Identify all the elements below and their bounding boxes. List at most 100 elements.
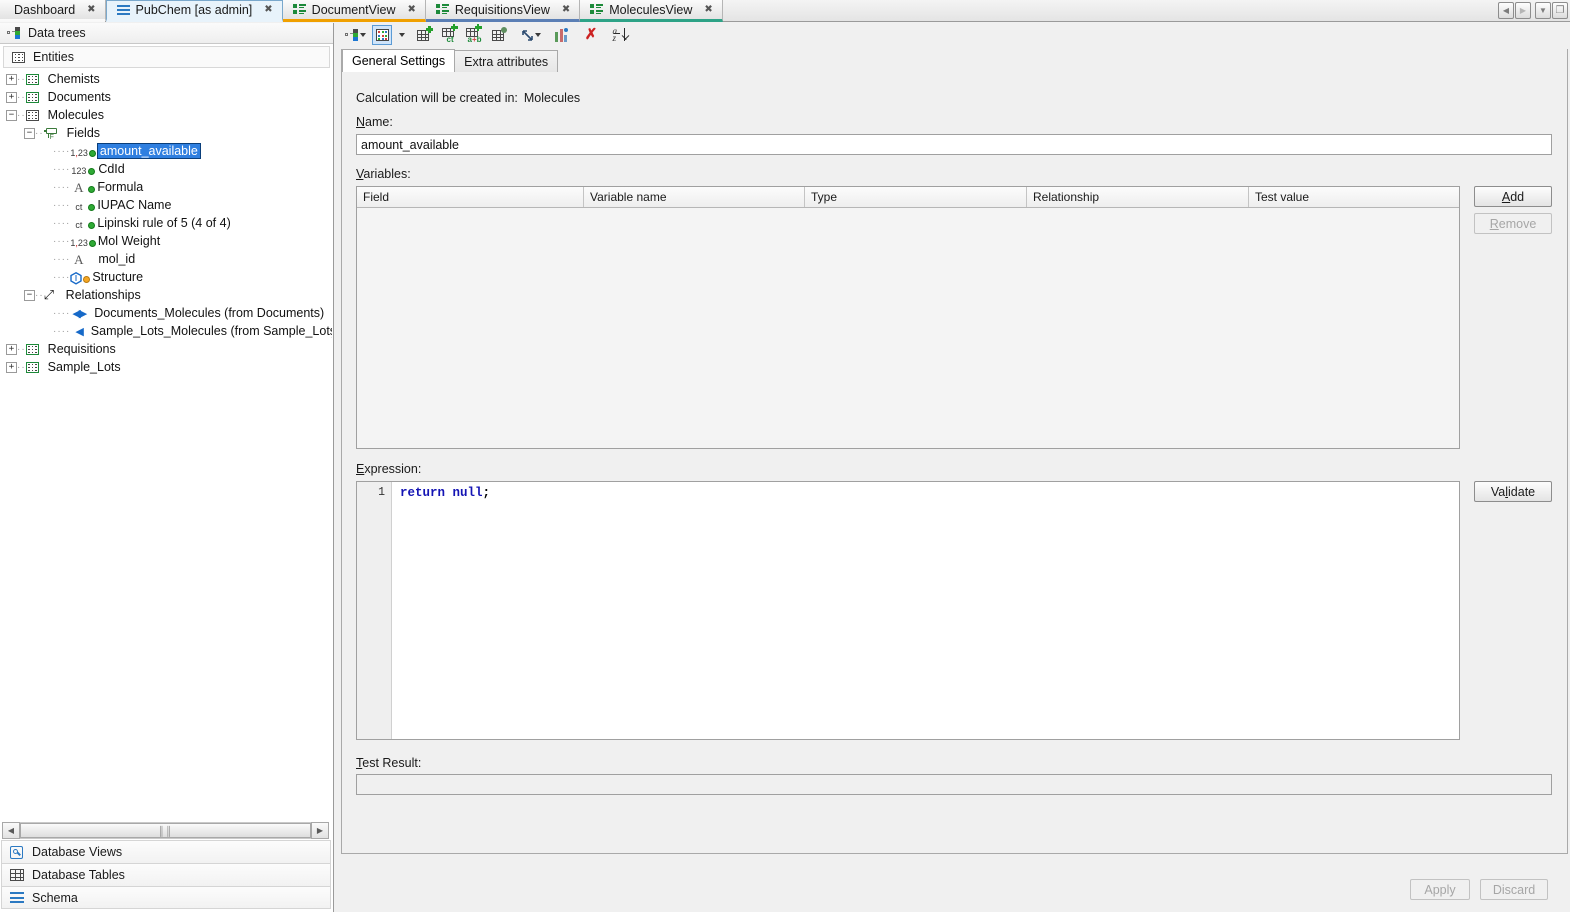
tree-connector: ·· xyxy=(17,92,26,103)
statistics-icon[interactable] xyxy=(551,25,573,45)
tree-item-cdid[interactable]: ···· 123 CdId xyxy=(0,160,332,178)
grid-list-icon xyxy=(590,4,603,15)
tree-connector: ···· xyxy=(53,218,70,229)
tab-pubchem[interactable]: PubChem [as admin] ✖ xyxy=(106,0,283,22)
tab-documentview[interactable]: DocumentView ✖ xyxy=(283,0,426,22)
collapse-toggle[interactable]: − xyxy=(6,110,17,121)
scrollbar-track[interactable]: ║║ xyxy=(20,822,311,839)
name-input[interactable]: amount_available xyxy=(356,134,1552,155)
grid-list-icon xyxy=(436,4,449,15)
tree-item-fields[interactable]: − ·· F Fields xyxy=(0,124,332,142)
tab-dashboard[interactable]: Dashboard ✖ xyxy=(0,0,106,22)
tree-item-lipinski-rule-of-5[interactable]: ···· ct Lipinski rule of 5 (4 of 4) xyxy=(0,214,332,232)
settings-tabstrip: General Settings Extra attributes xyxy=(342,48,557,72)
entities-section-header[interactable]: Entities xyxy=(3,46,330,68)
add-variable-button[interactable]: Add xyxy=(1474,186,1552,207)
column-header-field[interactable]: Field xyxy=(357,187,584,207)
chevron-down-icon[interactable] xyxy=(535,33,541,37)
tree-connector: ···· xyxy=(53,164,70,175)
new-relationship-icon[interactable] xyxy=(489,25,511,45)
tree-item-mol-id[interactable]: ···· A mol_id xyxy=(0,250,332,268)
sort-az-icon[interactable]: a z xyxy=(609,25,633,45)
validate-button-label: Validate xyxy=(1491,485,1535,499)
close-icon[interactable]: ✖ xyxy=(562,5,570,15)
expand-toggle[interactable]: + xyxy=(6,344,17,355)
tab-extra-attributes[interactable]: Extra attributes xyxy=(454,50,558,72)
settings-panel: General Settings Extra attributes Calcul… xyxy=(341,49,1568,854)
tree-horizontal-scrollbar[interactable]: ◀ ║║ ▶ xyxy=(2,822,329,839)
window-controls: ◀ ▶ ▼ ❐ xyxy=(1498,2,1568,19)
tree-item-label: IUPAC Name xyxy=(97,198,171,212)
column-header-relationship[interactable]: Relationship xyxy=(1027,187,1249,207)
expand-toggle[interactable]: + xyxy=(6,92,17,103)
fields-icon: F xyxy=(44,127,59,139)
expression-editor[interactable]: 1 return null; xyxy=(356,481,1460,740)
tree-connector: ···· xyxy=(53,272,70,283)
tree-item-formula[interactable]: ···· A Formula xyxy=(0,178,332,196)
tree-item-iupac-name[interactable]: ···· ct IUPAC Name xyxy=(0,196,332,214)
tree-item-chemists[interactable]: + ·· Chemists xyxy=(0,70,332,88)
new-entity-icon[interactable] xyxy=(414,25,436,45)
table-grid-icon xyxy=(10,869,24,881)
column-header-type[interactable]: Type xyxy=(805,187,1027,207)
close-icon[interactable]: ✖ xyxy=(408,5,416,15)
tree-item-requisitions[interactable]: + ·· Requisitions xyxy=(0,340,332,358)
relationship-icon: ⤢ xyxy=(44,289,58,301)
scroll-left-icon[interactable]: ◀ xyxy=(2,822,20,839)
sidebar-item-schema[interactable]: Schema xyxy=(1,886,331,909)
tree-item-label: Relationships xyxy=(66,288,141,302)
test-result-label: Test Result: xyxy=(356,756,421,770)
code-keyword-return: return xyxy=(400,486,445,500)
tab-requisitionsview[interactable]: RequisitionsView ✖ xyxy=(426,0,580,22)
tree-item-documents[interactable]: + ·· Documents xyxy=(0,88,332,106)
close-icon[interactable]: ✖ xyxy=(264,5,272,15)
tab-moleculesview[interactable]: MoleculesView ✖ xyxy=(580,0,723,22)
add-button-label: Add xyxy=(1502,190,1524,204)
tab-list-dropdown-button[interactable]: ▼ xyxy=(1535,2,1551,19)
tree-item-mol-weight[interactable]: ···· 1,23 Mol Weight xyxy=(0,232,332,250)
scrollbar-thumb[interactable]: ║║ xyxy=(20,823,311,838)
sidebar-item-database-tables[interactable]: Database Tables xyxy=(1,863,331,886)
discard-button: Discard xyxy=(1480,879,1548,900)
column-header-variable-name[interactable]: Variable name xyxy=(584,187,805,207)
prev-tab-button[interactable]: ◀ xyxy=(1498,2,1514,19)
entity-tree[interactable]: + ·· Chemists + ·· Documents xyxy=(0,70,332,816)
chevron-down-icon[interactable] xyxy=(360,33,366,37)
variables-table[interactable]: Field Variable name Type Relationship Te… xyxy=(356,186,1460,449)
tree-item-sample-lots[interactable]: + ·· Sample_Lots xyxy=(0,358,332,376)
rel-bidirectional-icon: ◀▶ xyxy=(72,307,85,320)
delete-icon[interactable]: ✗ xyxy=(580,25,602,45)
collapse-toggle[interactable]: − xyxy=(24,290,35,301)
tree-item-structure[interactable]: ···· Structure xyxy=(0,268,332,286)
text-plain-icon: A xyxy=(70,253,87,266)
tree-connector: ···· xyxy=(53,254,70,265)
validate-button[interactable]: Validate xyxy=(1474,481,1552,502)
scroll-right-icon[interactable]: ▶ xyxy=(311,822,329,839)
tree-item-amount-available[interactable]: ···· 1,23 amount_available xyxy=(0,142,332,160)
tree-item-molecules[interactable]: − ·· Molecules xyxy=(0,106,332,124)
collapse-toggle[interactable]: − xyxy=(24,128,35,139)
close-icon[interactable]: ✖ xyxy=(704,5,712,15)
entities-grid-icon[interactable] xyxy=(372,25,392,45)
code-space xyxy=(445,486,453,500)
tab-general-settings[interactable]: General Settings xyxy=(342,49,455,72)
chevron-down-icon[interactable] xyxy=(399,33,405,37)
column-header-test-value[interactable]: Test value xyxy=(1249,187,1459,207)
next-tab-button[interactable]: ▶ xyxy=(1515,2,1531,19)
expand-toggle[interactable]: + xyxy=(6,74,17,85)
data-tree-icon[interactable] xyxy=(341,25,369,45)
close-icon[interactable]: ✖ xyxy=(87,5,95,15)
tree-item-sample-lots-molecules[interactable]: ···· ◀ Sample_Lots_Molecules (from Sampl… xyxy=(0,322,332,340)
expand-toggle[interactable]: + xyxy=(6,362,17,373)
tree-item-documents-molecules[interactable]: ···· ◀▶ Documents_Molecules (from Docume… xyxy=(0,304,332,322)
entities-grid-dropdown[interactable] xyxy=(395,25,407,45)
link-arrow-icon[interactable] xyxy=(518,25,544,45)
tab-label: Dashboard xyxy=(14,3,75,17)
new-ct-field-icon[interactable]: ct xyxy=(439,25,461,45)
sidebar-item-database-views[interactable]: Database Views xyxy=(1,840,331,863)
tree-item-relationships[interactable]: − ·· ⤢ Relationships xyxy=(0,286,332,304)
bottom-view-switcher: Database Views Database Tables S xyxy=(1,840,331,912)
ct-field-icon: ct xyxy=(70,217,87,230)
new-text-field-icon[interactable]: a+b xyxy=(464,25,486,45)
restore-window-button[interactable]: ❐ xyxy=(1552,2,1568,19)
